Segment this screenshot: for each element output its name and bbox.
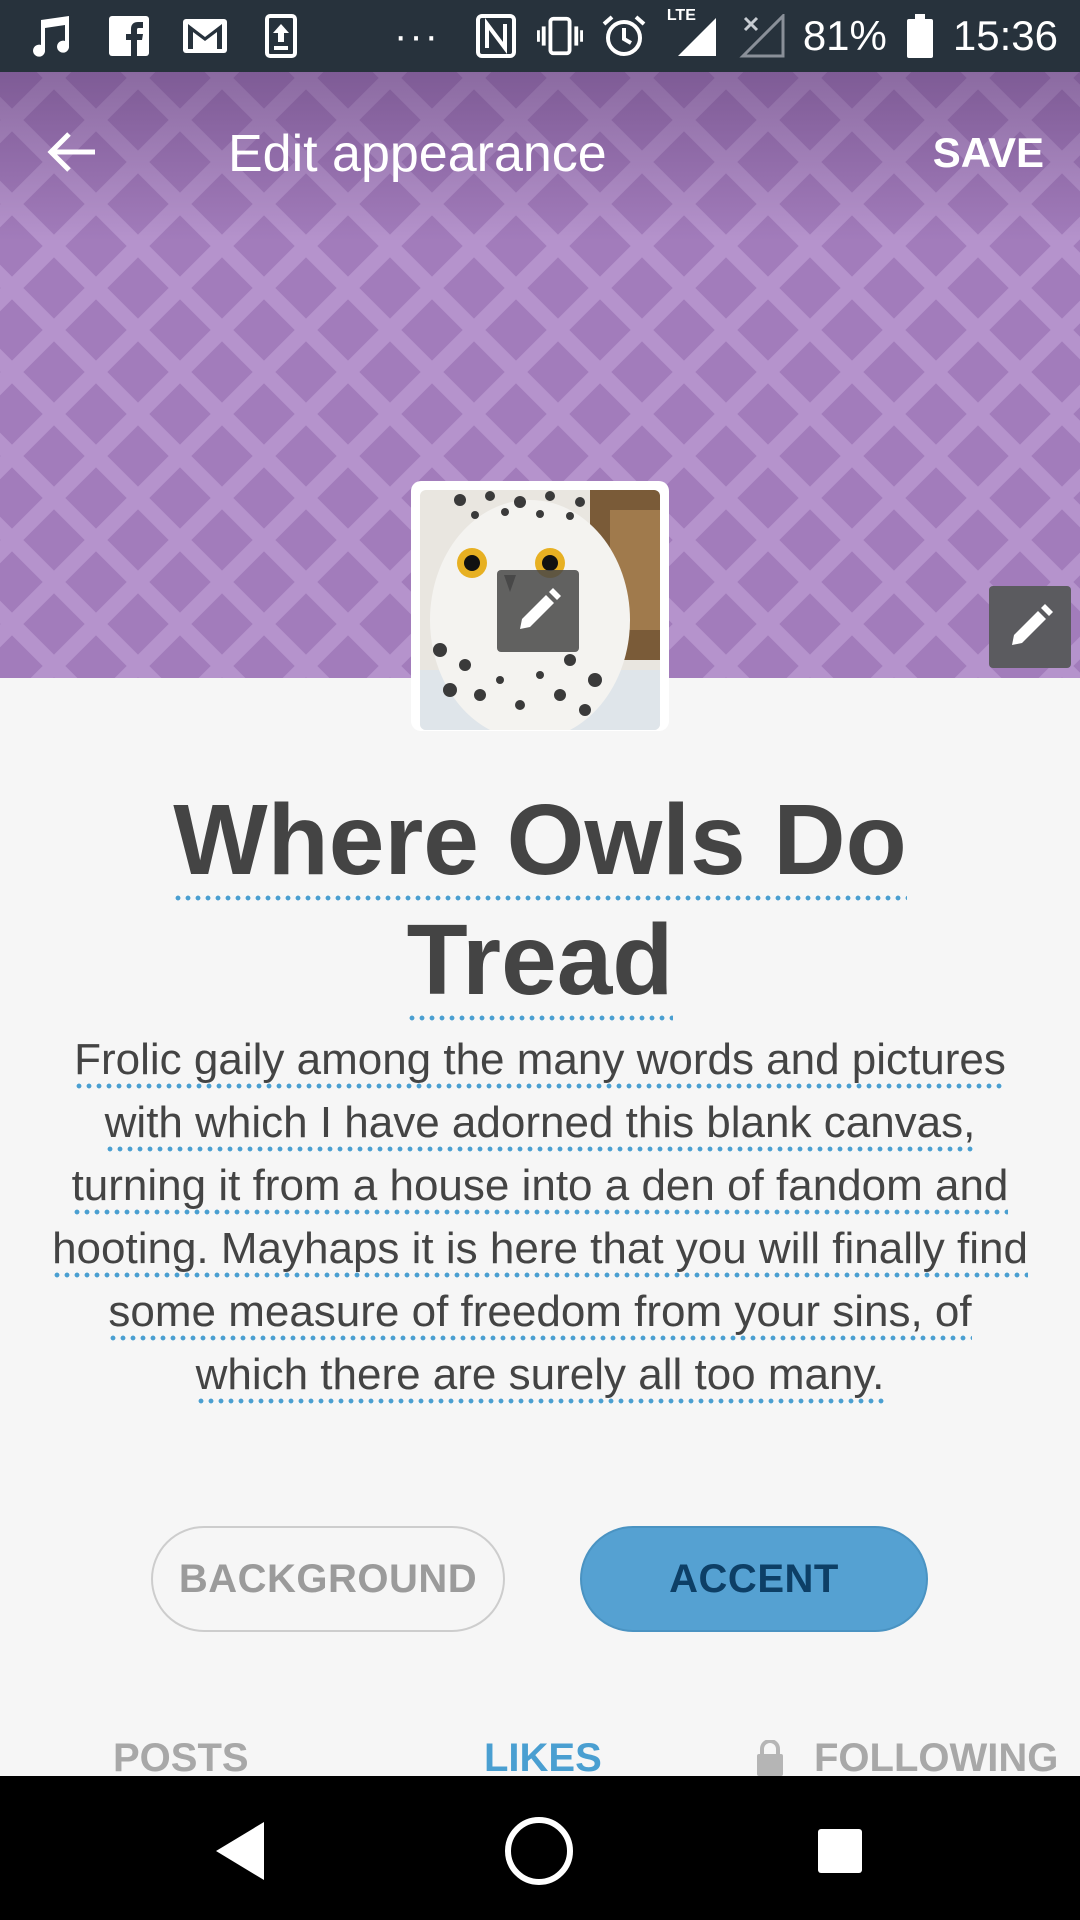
blog-title[interactable]: Where Owls Do Tread: [150, 780, 930, 1022]
upload-icon: [258, 13, 304, 59]
alarm-icon: [601, 13, 647, 59]
blog-title-text[interactable]: Where Owls Do Tread: [173, 784, 907, 1022]
tab-likes[interactable]: LIKES: [484, 1735, 602, 1781]
background-color-button[interactable]: BACKGROUND: [151, 1526, 505, 1632]
tab-following[interactable]: FOLLOWING: [756, 1735, 1058, 1781]
no-signal-icon: [739, 13, 785, 59]
status-bar: ··· LTE 81% 15:36: [0, 0, 1080, 72]
tab-posts[interactable]: POSTS: [113, 1735, 249, 1781]
signal-icon: LTE: [665, 7, 721, 59]
navigation-bar: [0, 1776, 1080, 1920]
tab-following-label: FOLLOWING: [814, 1736, 1059, 1780]
profile-tabs: POSTS LIKES FOLLOWING: [0, 1735, 1080, 1780]
lock-icon: [757, 1740, 783, 1776]
pencil-icon: [1012, 604, 1053, 645]
music-note-icon: [30, 13, 76, 59]
edit-header-button[interactable]: [989, 586, 1071, 668]
edit-avatar-button[interactable]: [497, 570, 579, 652]
home-circle-icon: [505, 1817, 573, 1885]
facebook-icon: [106, 13, 152, 59]
page-title: Edit appearance: [228, 125, 607, 183]
battery-level: 81%: [802, 12, 887, 59]
blog-description[interactable]: Frolic gaily among the many words and pi…: [50, 1028, 1030, 1406]
nav-home-button[interactable]: [494, 1806, 584, 1896]
pencil-icon: [520, 588, 561, 629]
nav-back-button[interactable]: [195, 1806, 285, 1896]
nav-recents-button[interactable]: [795, 1806, 885, 1896]
back-button[interactable]: [36, 122, 106, 182]
save-button[interactable]: SAVE: [933, 130, 1044, 176]
avatar-frame: [411, 481, 669, 731]
vibrate-icon: [536, 13, 583, 59]
back-triangle-icon: [216, 1822, 264, 1880]
gmail-icon: [182, 13, 228, 59]
clock: 15:36: [952, 12, 1058, 59]
blog-description-text[interactable]: Frolic gaily among the many words and pi…: [52, 1035, 1028, 1405]
arrow-left-icon: [47, 132, 95, 172]
more-dots-icon: ···: [394, 13, 440, 58]
accent-color-button[interactable]: ACCENT: [580, 1526, 928, 1632]
nfc-icon: [473, 13, 519, 59]
battery-icon: [905, 13, 935, 59]
recents-square-icon: [818, 1829, 862, 1873]
